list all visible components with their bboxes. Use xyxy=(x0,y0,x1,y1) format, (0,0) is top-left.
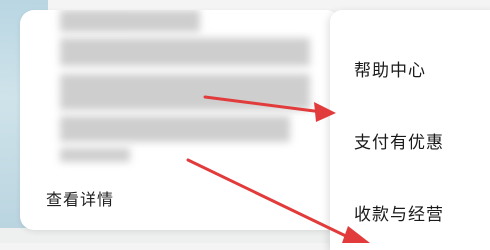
blurred-content xyxy=(60,74,310,110)
blurred-content xyxy=(60,116,290,142)
menu-item-help-center[interactable]: 帮助中心 xyxy=(354,56,426,81)
info-card: 查看详情 xyxy=(20,10,340,230)
blurred-content xyxy=(60,10,200,32)
blurred-content xyxy=(60,148,130,162)
view-details-link[interactable]: 查看详情 xyxy=(46,186,114,210)
menu-item-payment-discounts[interactable]: 支付有优惠 xyxy=(354,128,444,153)
blurred-content xyxy=(60,38,310,66)
popup-menu: 帮助中心 支付有优惠 收款与经营 xyxy=(330,10,490,250)
menu-item-collection-business[interactable]: 收款与经营 xyxy=(354,200,444,225)
